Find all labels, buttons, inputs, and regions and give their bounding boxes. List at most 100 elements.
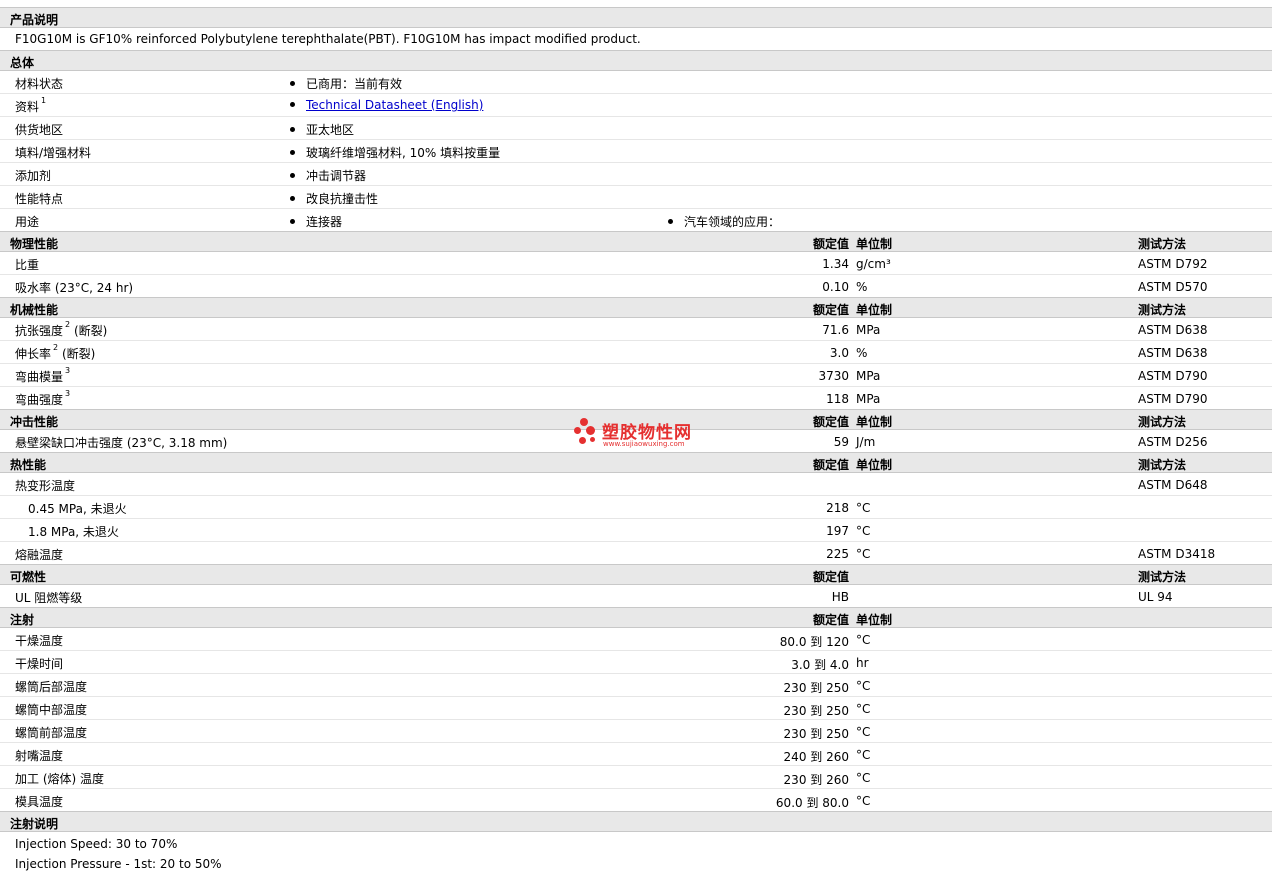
- row-unit: %: [856, 280, 868, 294]
- header-test: 测试方法: [1138, 303, 1187, 317]
- property-row: UL 阻燃等级 HB UL 94: [0, 585, 1272, 608]
- bullet-icon: [290, 219, 295, 224]
- row-test: ASTM D792: [1138, 257, 1208, 271]
- bullet-icon: [290, 127, 295, 132]
- row-label: 1.8 MPa, 未退火: [28, 525, 119, 539]
- bullet-icon: [290, 81, 295, 86]
- injection-row: 螺筒前部温度 230 到 250 °C: [0, 720, 1272, 743]
- property-row: 1.8 MPa, 未退火 197 °C: [0, 519, 1272, 542]
- injection-row: 螺筒中部温度 230 到 250 °C: [0, 697, 1272, 720]
- header-unit: 单位制: [856, 415, 893, 429]
- section-physical: 物理性能 额定值 单位制 测试方法: [0, 231, 1272, 252]
- general-row-documents: 资料 1 Technical Datasheet (English): [0, 94, 1272, 117]
- header-nominal: 额定值: [812, 237, 849, 251]
- section-product-description: 产品说明: [0, 7, 1272, 28]
- row-label: 加工 (熔体) 温度: [15, 772, 104, 786]
- row-label: 伸长率 2 (断裂): [15, 343, 96, 361]
- row-test: ASTM D570: [1138, 280, 1208, 294]
- row-test: UL 94: [1138, 590, 1173, 604]
- property-row: 弯曲模量 3 3730 MPa ASTM D790: [0, 364, 1272, 387]
- general-row-uses: 用途 连接器 汽车领域的应用：: [0, 209, 1272, 232]
- row-value: 230 到 250: [783, 727, 849, 741]
- row-value: 0.10: [822, 280, 849, 294]
- section-title: 产品说明: [10, 13, 59, 27]
- row-unit: °C: [856, 794, 871, 808]
- injection-row: 螺筒后部温度 230 到 250 °C: [0, 674, 1272, 697]
- section-injection: 注射 额定值 单位制: [0, 607, 1272, 628]
- description-text: F10G10M is GF10% reinforced Polybutylene…: [15, 32, 641, 46]
- row-unit: °C: [856, 547, 871, 561]
- property-row: 弯曲强度 3 118 MPa ASTM D790: [0, 387, 1272, 410]
- header-unit: 单位制: [856, 613, 893, 627]
- property-row: 伸长率 2 (断裂) 3.0 % ASTM D638: [0, 341, 1272, 364]
- row-value: 59: [833, 435, 849, 449]
- row-unit: °C: [856, 748, 871, 762]
- section-mechanical: 机械性能 额定值 单位制 测试方法: [0, 297, 1272, 318]
- header-test: 测试方法: [1138, 570, 1187, 584]
- row-unit: g/cm³: [856, 257, 891, 271]
- header-unit: 单位制: [856, 458, 893, 472]
- header-test: 测试方法: [1138, 415, 1187, 429]
- bullet-item: 汽车领域的应用：: [668, 213, 780, 230]
- row-unit: °C: [856, 771, 871, 785]
- general-row-region: 供货地区 亚太地区: [0, 117, 1272, 140]
- row-value: 240 到 260: [783, 750, 849, 764]
- row-label: 弯曲强度 3: [15, 389, 71, 407]
- bullet-icon: [290, 173, 295, 178]
- injection-row: 射嘴温度 240 到 260 °C: [0, 743, 1272, 766]
- row-value: 60.0 到 80.0: [775, 796, 849, 810]
- row-test: ASTM D3418: [1138, 547, 1216, 561]
- datasheet-link[interactable]: Technical Datasheet (English): [306, 98, 483, 112]
- section-injection-notes: 注射说明: [0, 811, 1272, 832]
- section-title: 注射说明: [10, 817, 59, 831]
- row-label: 螺筒后部温度: [15, 680, 88, 694]
- row-value: 118: [826, 392, 849, 406]
- injection-row: 干燥时间 3.0 到 4.0 hr: [0, 651, 1272, 674]
- bullet-item: 冲击调节器: [290, 167, 366, 184]
- row-label: 性能特点: [15, 192, 64, 206]
- row-label: 模具温度: [15, 795, 64, 809]
- injection-row: 加工 (熔体) 温度 230 到 260 °C: [0, 766, 1272, 789]
- row-unit: MPa: [856, 369, 881, 383]
- row-label: 供货地区: [15, 123, 64, 137]
- property-row: 抗张强度 2 (断裂) 71.6 MPa ASTM D638: [0, 318, 1272, 341]
- row-test: ASTM D638: [1138, 346, 1208, 360]
- logo-dot-icon: [579, 437, 586, 444]
- section-general: 总体: [0, 50, 1272, 71]
- header-nominal: 额定值: [812, 303, 849, 317]
- section-flammability: 可燃性 额定值 测试方法: [0, 564, 1272, 585]
- header-nominal: 额定值: [812, 613, 849, 627]
- row-label: UL 阻燃等级: [15, 591, 83, 605]
- row-test: ASTM D256: [1138, 435, 1208, 449]
- bullet-icon: [290, 196, 295, 201]
- row-label: 资料 1: [15, 96, 47, 114]
- row-label: 材料状态: [15, 77, 64, 91]
- row-test: ASTM D790: [1138, 369, 1208, 383]
- section-thermal: 热性能 额定值 单位制 测试方法: [0, 452, 1272, 473]
- bullet-item: 连接器: [290, 213, 342, 230]
- row-value: HB: [831, 590, 849, 604]
- row-unit: °C: [856, 679, 871, 693]
- row-label: 抗张强度 2 (断裂): [15, 320, 108, 338]
- injection-row: 模具温度 60.0 到 80.0 °C: [0, 789, 1272, 812]
- logo-dot-icon: [590, 437, 595, 442]
- row-label: 热变形温度: [15, 479, 76, 493]
- bullet-item: 已商用：当前有效: [290, 75, 402, 92]
- row-value: 230 到 260: [783, 773, 849, 787]
- row-value: 230 到 250: [783, 704, 849, 718]
- row-value: 1.34: [822, 257, 849, 271]
- logo-dot-icon: [574, 427, 581, 434]
- general-row-status: 材料状态 已商用：当前有效: [0, 71, 1272, 94]
- general-row-features: 性能特点 改良抗撞击性: [0, 186, 1272, 209]
- row-value: 71.6: [822, 323, 849, 337]
- property-row: 0.45 MPa, 未退火 218 °C: [0, 496, 1272, 519]
- row-unit: °C: [856, 633, 871, 647]
- bullet-item: 亚太地区: [290, 121, 354, 138]
- row-label: 用途: [15, 215, 40, 229]
- note-line: Injection Pressure - 1st: 20 to 50%: [15, 857, 222, 871]
- row-unit: °C: [856, 501, 871, 515]
- row-label: 熔融温度: [15, 548, 64, 562]
- property-row: 热变形温度 ASTM D648: [0, 473, 1272, 496]
- header-unit: 单位制: [856, 237, 893, 251]
- row-label: 悬壁梁缺口冲击强度 (23°C, 3.18 mm): [15, 436, 228, 450]
